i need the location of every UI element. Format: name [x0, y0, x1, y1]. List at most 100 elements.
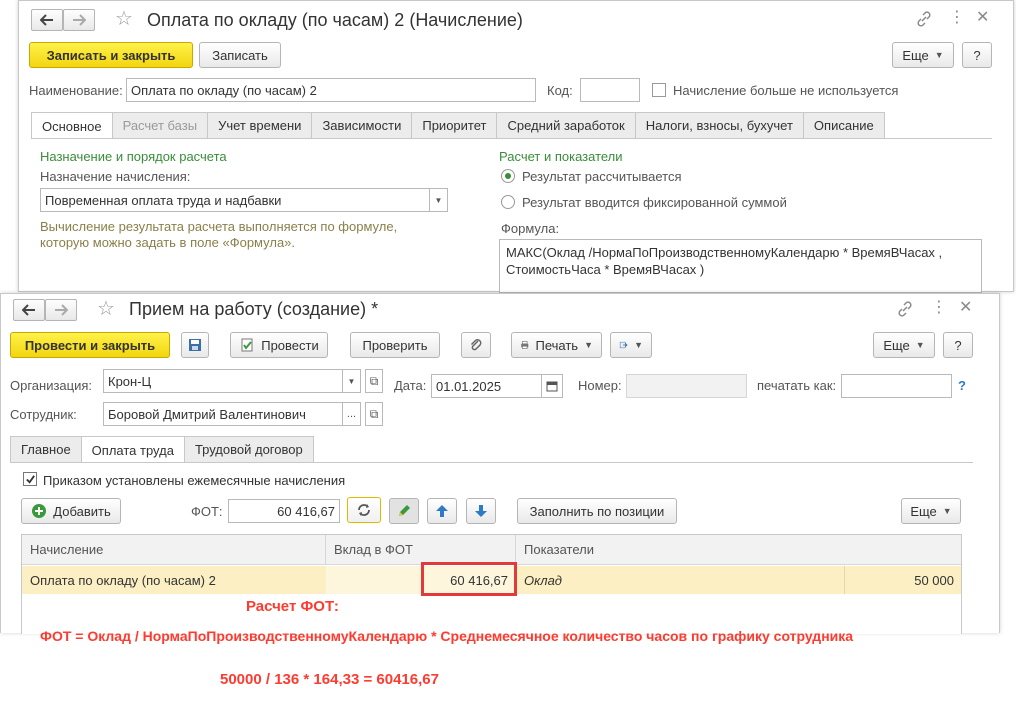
header-accrual[interactable]: Начисление [22, 535, 326, 565]
formula-label: Формула: [501, 221, 560, 236]
cell-indicator[interactable]: Оклад [524, 566, 562, 594]
export-button[interactable]: ▼ [610, 332, 652, 358]
paperclip-icon [470, 339, 482, 351]
print-as-input[interactable] [841, 374, 952, 398]
more-label: Еще [883, 337, 910, 353]
more-button-table[interactable]: Еще ▼ [901, 498, 961, 524]
back-nav-button[interactable] [31, 9, 63, 31]
tab-time-accounting[interactable]: Учет времени [207, 112, 313, 138]
arrow-left-icon [22, 304, 35, 316]
save-disk-button[interactable] [181, 332, 209, 358]
arrow-down-icon [475, 505, 487, 517]
printer-icon [521, 341, 529, 349]
more-button-front[interactable]: Еще ▼ [873, 332, 935, 358]
header-indicators[interactable]: Показатели [516, 535, 961, 565]
help-button-front[interactable]: ? [943, 332, 973, 358]
recalculate-button[interactable] [347, 497, 381, 523]
hint-line-1: Вычисление результата расчета выполняетс… [40, 219, 398, 234]
purpose-dropdown-button[interactable]: ▼ [430, 188, 448, 212]
name-input[interactable]: Оплата по окладу (по часам) 2 [126, 78, 536, 102]
front-forward-nav-button[interactable] [45, 299, 77, 321]
checkmark-icon [25, 474, 35, 484]
help-button-back[interactable]: ? [962, 42, 992, 68]
caret-down-icon: ▼ [634, 340, 643, 350]
employee-select-button[interactable]: ... [343, 402, 361, 426]
calendar-icon [546, 381, 558, 392]
tab-panel-border [31, 138, 992, 139]
purpose-select[interactable]: Повременная оплата труда и надбавки [40, 188, 430, 212]
edit-button[interactable] [389, 498, 419, 524]
tab-average-earnings[interactable]: Средний заработок [496, 112, 636, 138]
hint-line-2: которую можно задать в поле «Формула». [40, 235, 296, 250]
caret-down-icon: ▼ [915, 340, 925, 350]
org-label: Организация: [10, 378, 93, 393]
radio-fixed-label: Результат вводится фиксированной суммой [522, 195, 787, 210]
monthly-accruals-checkbox[interactable] [23, 472, 37, 486]
formula-textarea[interactable]: МАКС(Оклад /НормаПоПроизводственномуКале… [499, 239, 982, 293]
tab-main-front[interactable]: Главное [10, 436, 82, 462]
post-button[interactable]: Провести [230, 332, 328, 358]
floppy-disk-icon [189, 339, 201, 351]
close-icon[interactable]: ✕ [976, 10, 989, 26]
front-more-vertical-icon[interactable]: ⋮ [931, 300, 947, 316]
header-contribution[interactable]: Вклад в ФОТ [326, 535, 516, 565]
annotation-calc: 50000 / 136 * 164,33 = 60416,67 [220, 671, 439, 688]
front-link-icon[interactable] [897, 301, 913, 321]
arrow-left-icon [40, 14, 53, 26]
cell-indicator-value[interactable]: 50 000 [844, 566, 954, 594]
tab-description[interactable]: Описание [802, 112, 885, 138]
caret-down-icon: ▼ [584, 340, 593, 350]
number-input[interactable] [626, 374, 747, 398]
save-button[interactable]: Записать [199, 42, 281, 68]
print-button[interactable]: Печать ▼ [511, 332, 602, 358]
radio-calculated-label: Результат рассчитывается [522, 169, 682, 184]
front-window-title: Прием на работу (создание) * [129, 299, 379, 319]
more-button-back[interactable]: Еще ▼ [892, 42, 954, 68]
tab-main[interactable]: Основное [31, 112, 113, 139]
tab-payroll[interactable]: Оплата труда [80, 436, 185, 463]
calendar-button[interactable] [541, 374, 563, 398]
date-input[interactable]: 01.01.2025 [431, 374, 542, 398]
formula-line-2: СтоимостьЧаса * ВремяВЧасах ) [506, 262, 705, 277]
move-up-button[interactable] [427, 498, 457, 524]
purpose-label: Назначение начисления: [40, 169, 191, 184]
radio-fixed[interactable] [501, 195, 515, 209]
org-dropdown-button[interactable]: ▼ [343, 369, 361, 393]
check-button[interactable]: Проверить [350, 332, 440, 358]
tab-taxes[interactable]: Налоги, взносы, бухучет [634, 112, 804, 138]
front-favorite-star-icon[interactable]: ☆ [97, 299, 115, 319]
tab-contract[interactable]: Трудовой договор [183, 436, 314, 462]
post-and-close-button[interactable]: Провести и закрыть [10, 332, 170, 358]
org-input[interactable]: Крон-Ц [103, 369, 343, 393]
employee-input[interactable]: Боровой Дмитрий Валентинович [103, 402, 343, 426]
tab-priority[interactable]: Приоритет [411, 112, 498, 138]
forward-nav-button[interactable] [63, 9, 95, 31]
monthly-accruals-label: Приказом установлены ежемесячные начисле… [43, 473, 346, 488]
cell-accrual[interactable]: Оплата по окладу (по часам) 2 [30, 566, 320, 594]
tab-dependencies[interactable]: Зависимости [311, 112, 413, 138]
section-calc-title: Расчет и показатели [499, 149, 623, 164]
unused-checkbox[interactable] [652, 83, 666, 97]
save-and-close-button[interactable]: Записать и закрыть [29, 42, 193, 68]
link-icon[interactable] [916, 11, 932, 31]
attach-button[interactable] [461, 332, 491, 358]
front-window: ☆ Прием на работу (создание) * ⋮ ✕ Прове… [0, 293, 1000, 634]
code-label: Код: [547, 83, 573, 98]
front-close-icon[interactable]: ✕ [959, 300, 972, 316]
number-label: Номер: [578, 378, 622, 393]
move-down-button[interactable] [466, 498, 496, 524]
employee-open-button[interactable]: ⧉ [365, 402, 383, 426]
radio-calculated[interactable] [501, 169, 515, 183]
front-back-nav-button[interactable] [13, 299, 45, 321]
code-input[interactable] [580, 78, 640, 102]
print-label: Печать [535, 337, 579, 353]
post-label: Провести [261, 337, 319, 353]
more-vertical-icon[interactable]: ⋮ [949, 10, 965, 26]
tab-base-calc[interactable]: Расчет базы [111, 112, 209, 138]
org-open-button[interactable]: ⧉ [365, 369, 383, 393]
fot-input[interactable]: 60 416,67 [228, 499, 340, 523]
fill-by-position-button[interactable]: Заполнить по позиции [517, 498, 677, 524]
favorite-star-icon[interactable]: ☆ [115, 9, 133, 29]
add-button[interactable]: Добавить [21, 498, 121, 524]
help-question-icon[interactable]: ? [958, 378, 966, 393]
